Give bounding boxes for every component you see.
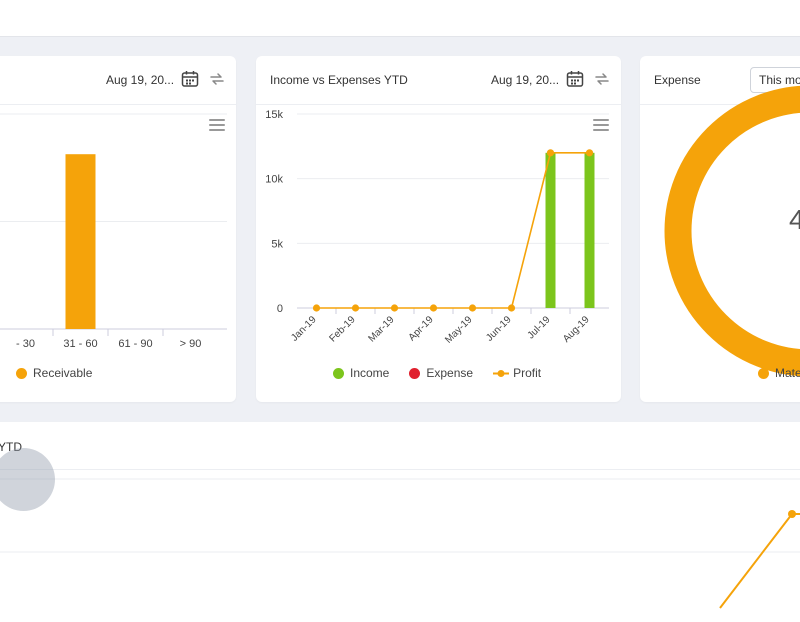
legend-label-profit: Profit <box>513 366 542 380</box>
chart-legend: Income Expense Profit <box>333 366 541 380</box>
legend-marker-income <box>333 367 344 379</box>
bottom-line-chart <box>0 478 800 609</box>
x-tick-label: Apr-19 <box>407 314 436 343</box>
y-tick-label: 0 <box>277 303 283 315</box>
legend-marker-expense <box>409 367 421 379</box>
x-tick-label: Jan-19 <box>289 314 319 344</box>
income-vs-expenses-chart: 0 5k 10k 15k Jan-19 Feb-19 Mar-19 Apr-19 May-19 J… <box>265 109 609 346</box>
x-tick-label: > 90 <box>180 338 202 350</box>
y-tick-label: 15k <box>265 109 283 121</box>
expense-donut-chart <box>664 85 800 377</box>
bar-income <box>545 152 556 308</box>
top-bar <box>0 0 800 37</box>
profit-point <box>585 149 594 157</box>
x-tick-label: 31 - 60 <box>63 338 97 350</box>
donut-center-value: 4 <box>789 204 800 235</box>
profit-point <box>351 304 360 312</box>
income-vs-expenses-card: Income vs Expenses YTD Aug 19, 20... 0 5k… <box>256 56 621 402</box>
receivable-aging-card: Aug 19, 20... - 30 31 - 60 61 - 90 > 90 Rec… <box>0 56 236 402</box>
bar-income <box>584 152 595 308</box>
legend-label-expense: Expense <box>426 366 474 380</box>
profit-series-line <box>719 513 800 609</box>
x-tick-label: May-19 <box>443 314 475 346</box>
y-tick-label: 10k <box>265 174 283 186</box>
bottom-ytd-card: YTD <box>0 422 800 622</box>
x-tick-label: Jun-19 <box>484 314 514 344</box>
legend-label-income: Income <box>350 366 390 380</box>
legend-label-mate: Mate <box>775 366 800 380</box>
y-tick-label: 5k <box>271 238 283 250</box>
legend-marker-receivable <box>16 367 27 379</box>
receivable-aging-chart: - 30 31 - 60 61 - 90 > 90 <box>0 113 227 350</box>
legend-marker-profit <box>493 368 510 379</box>
x-tick-label: 61 - 90 <box>118 338 152 350</box>
x-tick-label: Feb-19 <box>327 314 357 344</box>
profit-point <box>312 304 321 312</box>
profit-point <box>468 304 477 312</box>
expense-card: Expense This mo 4 Mate <box>640 56 800 402</box>
x-tick-label: - 30 <box>16 338 35 350</box>
legend-marker-mate <box>758 367 769 379</box>
profit-point <box>546 149 555 157</box>
profit-point <box>788 510 796 518</box>
profit-point <box>390 304 399 312</box>
x-tick-label: Jul-19 <box>526 314 553 341</box>
profit-point <box>429 304 438 312</box>
donut-slice-mate <box>664 85 800 377</box>
chart-legend: Mate <box>758 366 800 380</box>
profit-point <box>507 304 516 312</box>
x-tick-label: Mar-19 <box>366 314 396 344</box>
bar-receivable <box>65 154 96 329</box>
chart-legend: Receivable <box>16 366 92 380</box>
legend-label-receivable: Receivable <box>33 366 93 380</box>
x-tick-label: Aug-19 <box>561 314 592 345</box>
